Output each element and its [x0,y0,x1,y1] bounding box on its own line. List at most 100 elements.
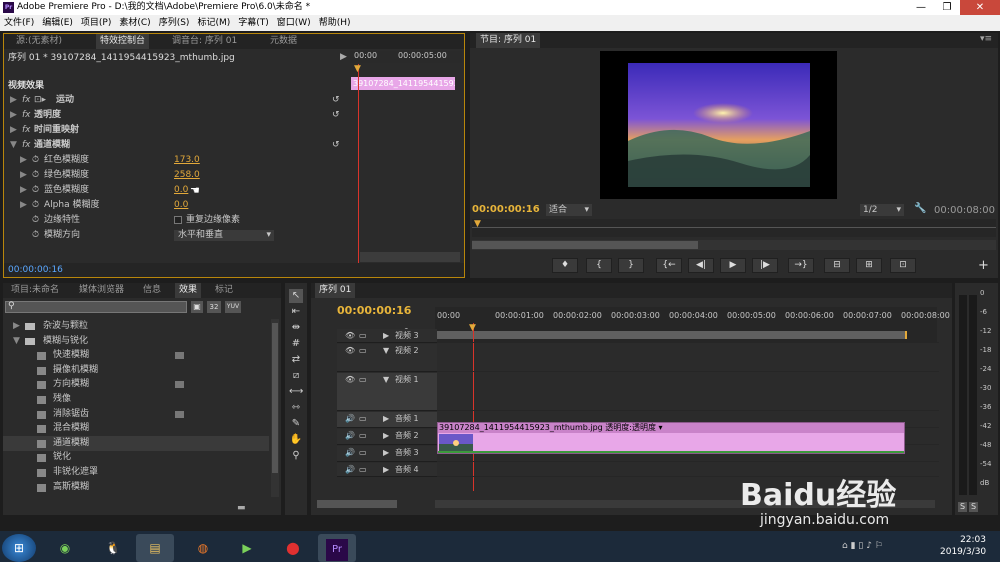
red-blur-value[interactable]: 173.0 [174,153,200,168]
menu-item[interactable]: 窗口(W) [273,15,315,31]
rate-stretch-tool-icon[interactable]: ⇄ [289,353,303,367]
zoom-scrollbar[interactable] [360,252,460,262]
stopwatch-icon[interactable]: ⏱ [32,168,39,183]
expand-track-icon[interactable]: ▶ [383,329,389,343]
effects-list-item[interactable]: 高斯模糊 [3,480,269,495]
menu-item[interactable]: 文件(F) [0,15,38,31]
menu-item[interactable]: 序列(S) [155,15,194,31]
pen-tool-icon[interactable]: ✎ [289,417,303,431]
solo-left-button[interactable]: S [958,502,967,512]
track-header[interactable]: 👁 ▭ ▶ 视频 3 [337,329,437,343]
menu-item[interactable]: 字幕(T) [234,15,273,31]
track-lane[interactable] [437,329,939,343]
track-select-tool-icon[interactable]: ⇤ [289,305,303,319]
tray-clock[interactable]: 22:03 2019/3/30 [940,534,986,558]
effect-row-motion[interactable]: ▶ fx ⊡▸ 运动 ↺ [4,93,349,108]
tab-project-4[interactable]: 标记 [211,283,237,298]
track-header[interactable]: 🔊 ▭ ▶ 音频 1 [337,412,437,428]
hand-tool-icon[interactable]: ✋ [289,433,303,447]
effects-list-item[interactable]: 锐化 [3,450,269,465]
effects-list-item[interactable]: ▼ 模糊与锐化 [3,334,269,349]
reset-icon[interactable]: ↺ [332,138,340,153]
premiere-taskbar-icon[interactable]: Pr [318,534,356,562]
stopwatch-icon[interactable]: ⏱ [32,183,39,198]
yuv-filter-icon[interactable]: YUV [225,301,241,313]
eye-icon[interactable]: 👁 [345,329,355,343]
eye-icon[interactable]: 👁 [345,373,355,387]
repeat-edge-checkbox[interactable] [174,213,182,228]
recorder-icon[interactable]: ⬤ [274,534,312,562]
video-clip[interactable]: 39107284_1411954415923_mthumb.jpg 透明度:透明… [437,422,905,454]
program-timecode[interactable]: 00:00:00:16 [472,204,540,215]
blur-direction-select[interactable]: 水平和垂直 ▾ [174,230,274,241]
transport-button[interactable]: { [586,258,612,273]
slip-tool-icon[interactable]: ⟷ [289,385,303,399]
stopwatch-icon[interactable]: ⏱ [32,213,39,228]
program-ruler[interactable]: ▼ [472,219,996,237]
solo-right-button[interactable]: S [969,502,978,512]
lock-icon[interactable]: ▭ [359,463,367,477]
effects-search-input[interactable]: ⚲ [5,301,187,313]
selection-tool-icon[interactable]: ↖ [289,289,303,303]
effects-list-item[interactable]: 混合模糊 [3,421,269,436]
effect-row-time-remap[interactable]: ▶ fx 时间重映射 [4,123,349,138]
tab-source[interactable]: 源:(无素材) [12,34,66,49]
track-lane[interactable] [437,344,939,372]
clip-bar[interactable]: 39107284_1411954415923_ [351,77,455,90]
tab-effect-controls[interactable]: 特效控制台 [96,34,150,49]
eye-icon[interactable]: 👁 [345,344,355,358]
start-button[interactable]: ⊞ [2,534,36,562]
program-playhead-icon[interactable]: ▼ [474,219,481,229]
expand-track-icon[interactable]: ▶ [383,429,389,443]
stopwatch-icon[interactable]: ⏱ [32,198,39,213]
program-scrollbar[interactable] [472,240,996,250]
lock-icon[interactable]: ▭ [359,446,367,460]
app-360-icon[interactable]: ◉ [46,534,84,562]
minimize-button[interactable]: — [908,0,934,15]
transport-button[interactable]: {← [656,258,682,273]
playhead-marker-icon[interactable]: ▼ [354,64,361,74]
expand-track-icon[interactable]: ▶ [383,412,389,426]
expand-track-icon[interactable]: ▶ [383,446,389,460]
track-header[interactable]: 🔊 ▭ ▶ 音频 3 [337,446,437,462]
effects-list-item[interactable]: 摄像机模糊 [3,363,269,378]
effects-list-item[interactable]: ▶ 杂波与颗粒 [3,319,269,334]
new-bin-icon[interactable]: ▬ [237,503,246,513]
speaker-icon[interactable]: 🔊 [345,446,355,460]
tab-metadata[interactable]: 元数据 [266,34,301,49]
stopwatch-icon[interactable]: ⏱ [32,153,39,168]
lock-icon[interactable]: ▭ [359,429,367,443]
effects-list-item[interactable]: 快速模糊 [3,348,269,363]
green-blur-value[interactable]: 258.0 [174,168,200,183]
transport-button[interactable]: ⊞ [856,258,882,273]
effects-list-item[interactable]: 非锐化遮罩 [3,465,269,480]
transport-button[interactable]: ◀| [688,258,714,273]
maximize-button[interactable]: ❐ [934,0,960,15]
track-header[interactable]: 👁 ▭ ▼ 视频 2 [337,344,437,372]
tab-project-2[interactable]: 信息 [139,283,165,298]
effect-timecode[interactable]: 00:00:00:16 [8,265,63,275]
timeline-scrollbar[interactable] [311,499,952,509]
ripple-edit-tool-icon[interactable]: ⇹ [289,321,303,335]
transport-button[interactable]: ⊡ [890,258,916,273]
reset-icon[interactable]: ↺ [332,93,340,108]
track-header[interactable]: 👁 ▭ ▼ 视频 1 [337,373,437,411]
blue-blur-value[interactable]: 0.0 [174,183,188,198]
tab-project-0[interactable]: 项目:未命名 [7,283,63,298]
close-button[interactable]: ✕ [960,0,1000,15]
menu-item[interactable]: 项目(P) [77,15,115,31]
tab-project-1[interactable]: 媒体浏览器 [75,283,128,298]
track-header[interactable]: 🔊 ▭ ▶ 音频 4 [337,463,437,477]
lock-icon[interactable]: ▭ [359,329,367,343]
wrench-icon[interactable]: 🔧 [914,203,926,214]
tab-sequence-01[interactable]: 序列 01 [315,283,356,298]
lock-icon[interactable]: ▭ [359,412,367,426]
explorer-icon[interactable]: ▤ [136,534,174,562]
menu-item[interactable]: 帮助(H) [315,15,355,31]
reset-icon[interactable]: ↺ [332,108,340,123]
track-lane[interactable] [437,463,939,477]
tab-project-3[interactable]: 效果 [175,283,202,298]
rolling-edit-tool-icon[interactable]: # [289,337,303,351]
expand-track-icon[interactable]: ▼ [383,344,389,358]
expand-track-icon[interactable]: ▶ [383,463,389,477]
